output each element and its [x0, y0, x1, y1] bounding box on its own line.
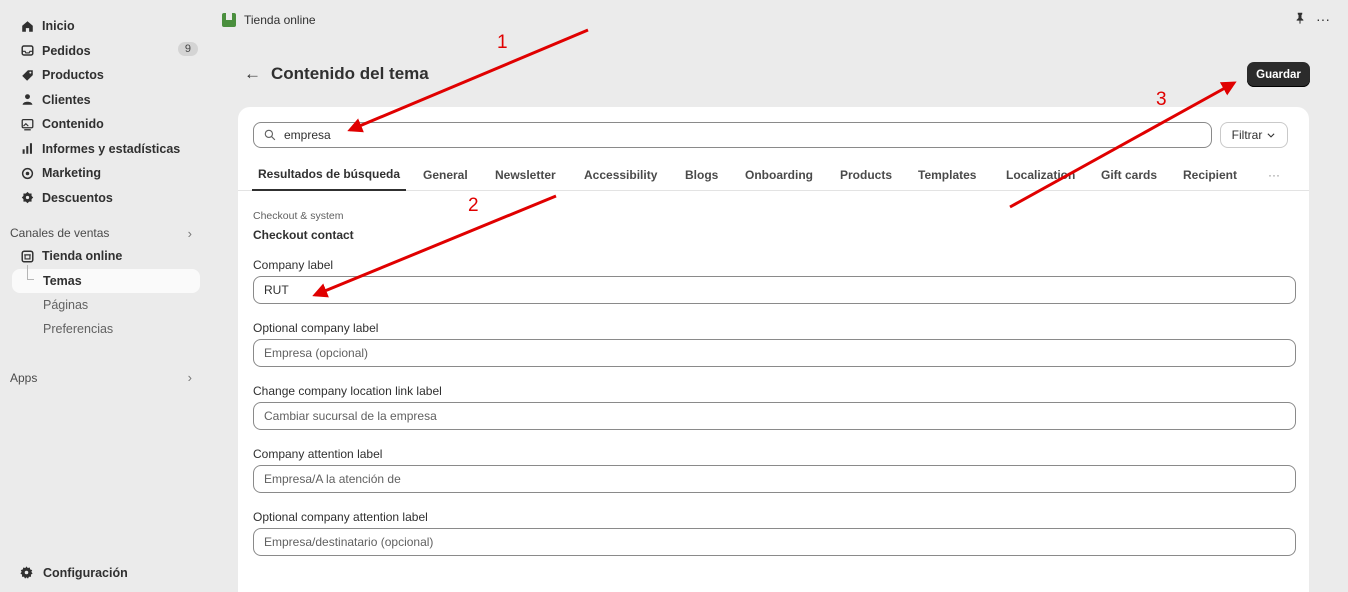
- sidebar-item-paginas[interactable]: Páginas: [0, 293, 212, 317]
- tab-blogs[interactable]: Blogs: [679, 159, 724, 191]
- sidebar-item-label: Pedidos: [42, 43, 91, 58]
- optional-attention-label-input[interactable]: Empresa/destinatario (opcional): [253, 528, 1296, 556]
- optional-company-label-input[interactable]: Empresa (opcional): [253, 339, 1296, 367]
- tab-bar: Resultados de búsqueda General Newslette…: [238, 159, 1309, 191]
- target-icon: [20, 166, 34, 180]
- app-title-text: Tienda online: [244, 13, 316, 27]
- sidebar-item-informes[interactable]: Informes y estadísticas: [0, 137, 212, 162]
- settings-link[interactable]: Configuración: [20, 566, 128, 580]
- tab-localization[interactable]: Localization: [1000, 159, 1081, 191]
- back-arrow-icon[interactable]: ←: [244, 64, 261, 84]
- sidebar-item-label: Temas: [43, 273, 82, 288]
- sidebar-item-label: Preferencias: [43, 321, 114, 336]
- sidebar-item-preferencias[interactable]: Preferencias: [0, 317, 212, 341]
- sidebar-item-temas[interactable]: Temas: [12, 264, 200, 293]
- sidebar-item-inicio[interactable]: Inicio: [0, 14, 212, 39]
- sidebar-item-descuentos[interactable]: Descuentos: [0, 186, 212, 211]
- gear-icon: [20, 566, 34, 580]
- field-label: Optional company label: [253, 321, 379, 335]
- search-input[interactable]: [284, 128, 884, 142]
- tab-recipient[interactable]: Recipient: [1177, 159, 1243, 191]
- pin-icon[interactable]: [1294, 11, 1306, 27]
- search-icon: [264, 129, 276, 141]
- filter-label: Filtrar: [1231, 128, 1263, 142]
- page-title: Contenido del tema: [271, 64, 429, 83]
- theme-content-card: Filtrar Resultados de búsqueda General N…: [238, 107, 1309, 592]
- field-optional-company-label: Optional company label Empresa (opcional…: [253, 321, 1296, 367]
- search-field[interactable]: [253, 122, 1212, 148]
- sidebar-item-pedidos[interactable]: Pedidos 9: [0, 39, 212, 64]
- inbox-icon: [20, 44, 34, 58]
- change-location-label-input[interactable]: Cambiar sucursal de la empresa: [253, 402, 1296, 430]
- sidebar-item-label: Informes y estadísticas: [42, 141, 181, 156]
- field-label: Company label: [253, 258, 334, 272]
- sidebar-item-label: Productos: [42, 68, 104, 83]
- tab-templates[interactable]: Templates: [912, 159, 982, 191]
- field-company-label: Company label RUT: [253, 258, 1296, 304]
- tab-accessibility[interactable]: Accessibility: [578, 159, 663, 191]
- chevron-down-icon: [1267, 133, 1275, 138]
- chevron-right-icon: ›: [187, 370, 192, 385]
- annotation-number-1: 1: [497, 32, 508, 53]
- field-optional-attention-label: Optional company attention label Empresa…: [253, 510, 1296, 556]
- image-icon: [20, 117, 34, 131]
- online-store-logo-icon: [222, 13, 236, 27]
- sidebar-item-label: Descuentos: [42, 190, 113, 205]
- sidebar-item-marketing[interactable]: Marketing: [0, 161, 212, 186]
- sidebar-item-label: Tienda online: [42, 249, 123, 264]
- section-label: Apps: [10, 370, 38, 385]
- orders-count-badge: 9: [177, 41, 198, 56]
- bar-chart-icon: [20, 142, 34, 156]
- annotation-number-2: 2: [468, 195, 479, 216]
- company-attention-label-input[interactable]: Empresa/A la atención de: [253, 465, 1296, 493]
- sidebar-item-label: Inicio: [42, 19, 75, 34]
- tab-more-icon[interactable]: ···: [1262, 159, 1286, 191]
- field-change-location-label: Change company location link label Cambi…: [253, 384, 1296, 430]
- app-title: Tienda online: [222, 13, 316, 27]
- tab-resultados[interactable]: Resultados de búsqueda: [252, 159, 407, 191]
- company-label-input[interactable]: RUT: [253, 276, 1296, 304]
- settings-label: Configuración: [43, 566, 128, 580]
- field-company-attention-label: Company attention label Empresa/A la ate…: [253, 447, 1296, 493]
- more-options-icon[interactable]: ···: [1316, 11, 1330, 27]
- save-button[interactable]: Guardar: [1247, 62, 1310, 87]
- sidebar-item-productos[interactable]: Productos: [0, 63, 212, 88]
- section-label: Canales de ventas: [10, 226, 110, 240]
- tab-products[interactable]: Products: [834, 159, 898, 191]
- sales-channels-section[interactable]: Canales de ventas ›: [0, 222, 212, 244]
- home-icon: [20, 19, 34, 33]
- group-title: Checkout contact: [253, 228, 354, 242]
- sidebar-item-label: Páginas: [43, 297, 89, 312]
- page-header: ← Contenido del tema: [244, 64, 429, 84]
- sidebar: Inicio Pedidos 9 Productos Clientes Cont…: [0, 0, 212, 592]
- section-breadcrumb: Checkout & system: [253, 210, 344, 222]
- sidebar-item-contenido[interactable]: Contenido: [0, 112, 212, 137]
- store-icon: [20, 249, 34, 263]
- sidebar-item-label: Contenido: [42, 117, 104, 132]
- tab-gift-cards[interactable]: Gift cards: [1095, 159, 1163, 191]
- field-label: Optional company attention label: [253, 510, 428, 524]
- annotation-number-3: 3: [1156, 89, 1167, 110]
- tab-onboarding[interactable]: Onboarding: [739, 159, 819, 191]
- sidebar-item-label: Clientes: [42, 92, 91, 107]
- field-label: Change company location link label: [253, 384, 442, 398]
- sidebar-item-clientes[interactable]: Clientes: [0, 88, 212, 113]
- search-results: Checkout & system Checkout contact Compa…: [253, 210, 1296, 556]
- chevron-right-icon: ›: [187, 225, 192, 241]
- top-right-actions: ···: [1294, 11, 1330, 27]
- tab-newsletter[interactable]: Newsletter: [489, 159, 562, 191]
- filter-button[interactable]: Filtrar: [1220, 122, 1288, 148]
- tab-general[interactable]: General: [417, 159, 474, 191]
- discount-icon: [20, 191, 34, 205]
- sidebar-item-label: Marketing: [42, 166, 102, 181]
- field-label: Company attention label: [253, 447, 383, 461]
- tag-icon: [20, 68, 34, 82]
- person-icon: [20, 93, 34, 107]
- apps-section[interactable]: Apps ›: [0, 367, 212, 389]
- top-bar: Tienda online ···: [212, 0, 1348, 40]
